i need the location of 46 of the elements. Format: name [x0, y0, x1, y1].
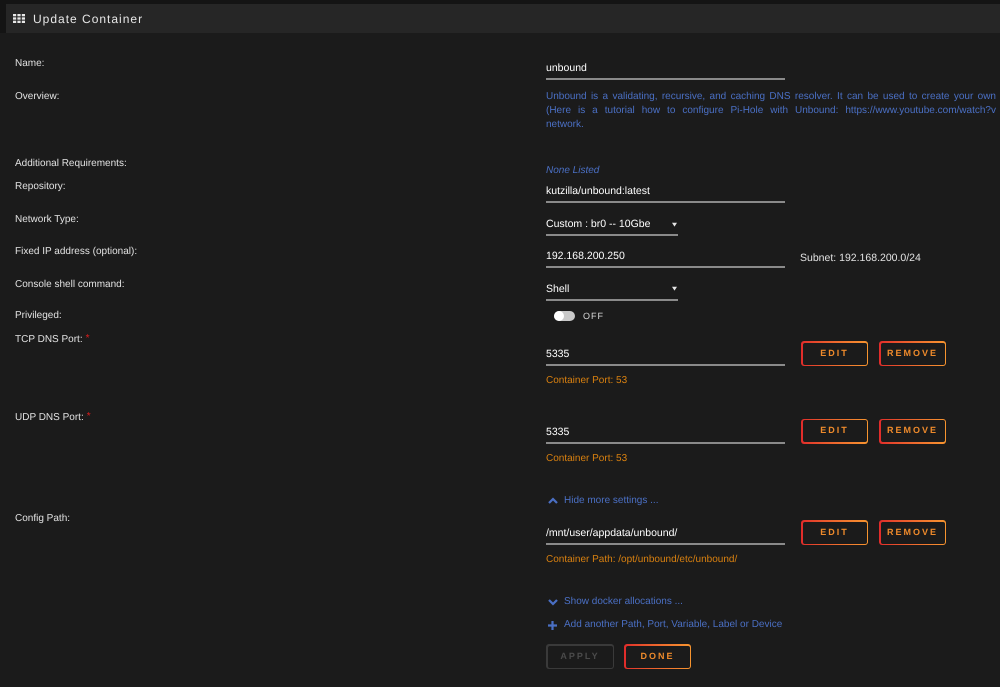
dropdown[interactable]: Shell: [546, 280, 678, 300]
field-label: Additional Requirements:: [15, 157, 127, 171]
plus-icon: [548, 620, 557, 630]
container-mapping-hint: Container Path: /opt/unbound/etc/unbound/: [546, 553, 738, 567]
remove-button[interactable]: REMOVE: [879, 520, 946, 545]
caret-icon: [672, 286, 677, 291]
done-button[interactable]: DONE: [624, 644, 691, 669]
field-label: Overview:: [15, 90, 60, 104]
field-label: TCP DNS Port:: [15, 333, 83, 347]
toggle-switch[interactable]: [554, 311, 575, 321]
field-label: Repository:: [15, 180, 66, 194]
toggle-state-text: OFF: [583, 310, 604, 323]
text-input[interactable]: 192.168.200.250: [546, 248, 785, 268]
caret-icon: [672, 222, 677, 226]
field-label: Name:: [15, 57, 44, 71]
field-label: Console shell command:: [15, 278, 124, 292]
hide-settings-link[interactable]: Hide more settings ...: [546, 494, 658, 508]
window-title: Update Container: [33, 12, 144, 26]
container-mapping-hint: Container Port: 53: [546, 452, 628, 466]
field-label: UDP DNS Port:: [15, 410, 84, 424]
text-input[interactable]: 5335: [546, 424, 785, 444]
grid-icon: [13, 14, 25, 23]
field-label: Network Type:: [15, 213, 79, 227]
chevron-up-icon: [548, 497, 558, 504]
required-mark: *: [86, 333, 90, 345]
field-label: Privileged:: [15, 309, 62, 323]
text-input[interactable]: /mnt/user/appdata/unbound/: [546, 525, 785, 545]
overview-text: Unbound is a validating, recursive, and caching DNS resolver. It can be used to create your own (Here is a tutorial how to configure Pi-Hole with Unbound: https://www.youtube.com/watch?v network.: [546, 90, 996, 132]
remove-button[interactable]: REMOVE: [879, 418, 946, 444]
field-label: Fixed IP address (optional):: [15, 244, 138, 258]
container-mapping-hint: Container Port: 53: [546, 374, 628, 388]
text-input[interactable]: unbound: [546, 60, 785, 80]
edit-button[interactable]: EDIT: [801, 341, 868, 366]
requirements-note: None Listed: [546, 165, 600, 176]
text-input[interactable]: 5335: [546, 346, 785, 366]
text-input[interactable]: kutzilla/unbound:latest: [546, 183, 785, 203]
chevron-down-icon: [548, 598, 558, 606]
remove-button[interactable]: REMOVE: [879, 341, 946, 366]
field-label: Config Path:: [15, 512, 70, 526]
subnet-text: Subnet: 192.168.200.0/24: [800, 250, 921, 264]
add-item-link[interactable]: Add another Path, Port, Variable, Label or Device: [546, 618, 782, 632]
edit-button[interactable]: EDIT: [801, 418, 868, 444]
show-allocations-link[interactable]: Show docker allocations ...: [546, 595, 683, 609]
edit-button[interactable]: EDIT: [801, 520, 868, 545]
required-mark: *: [86, 410, 91, 422]
dropdown[interactable]: Custom : br0 -- 10Gbe: [546, 216, 678, 236]
